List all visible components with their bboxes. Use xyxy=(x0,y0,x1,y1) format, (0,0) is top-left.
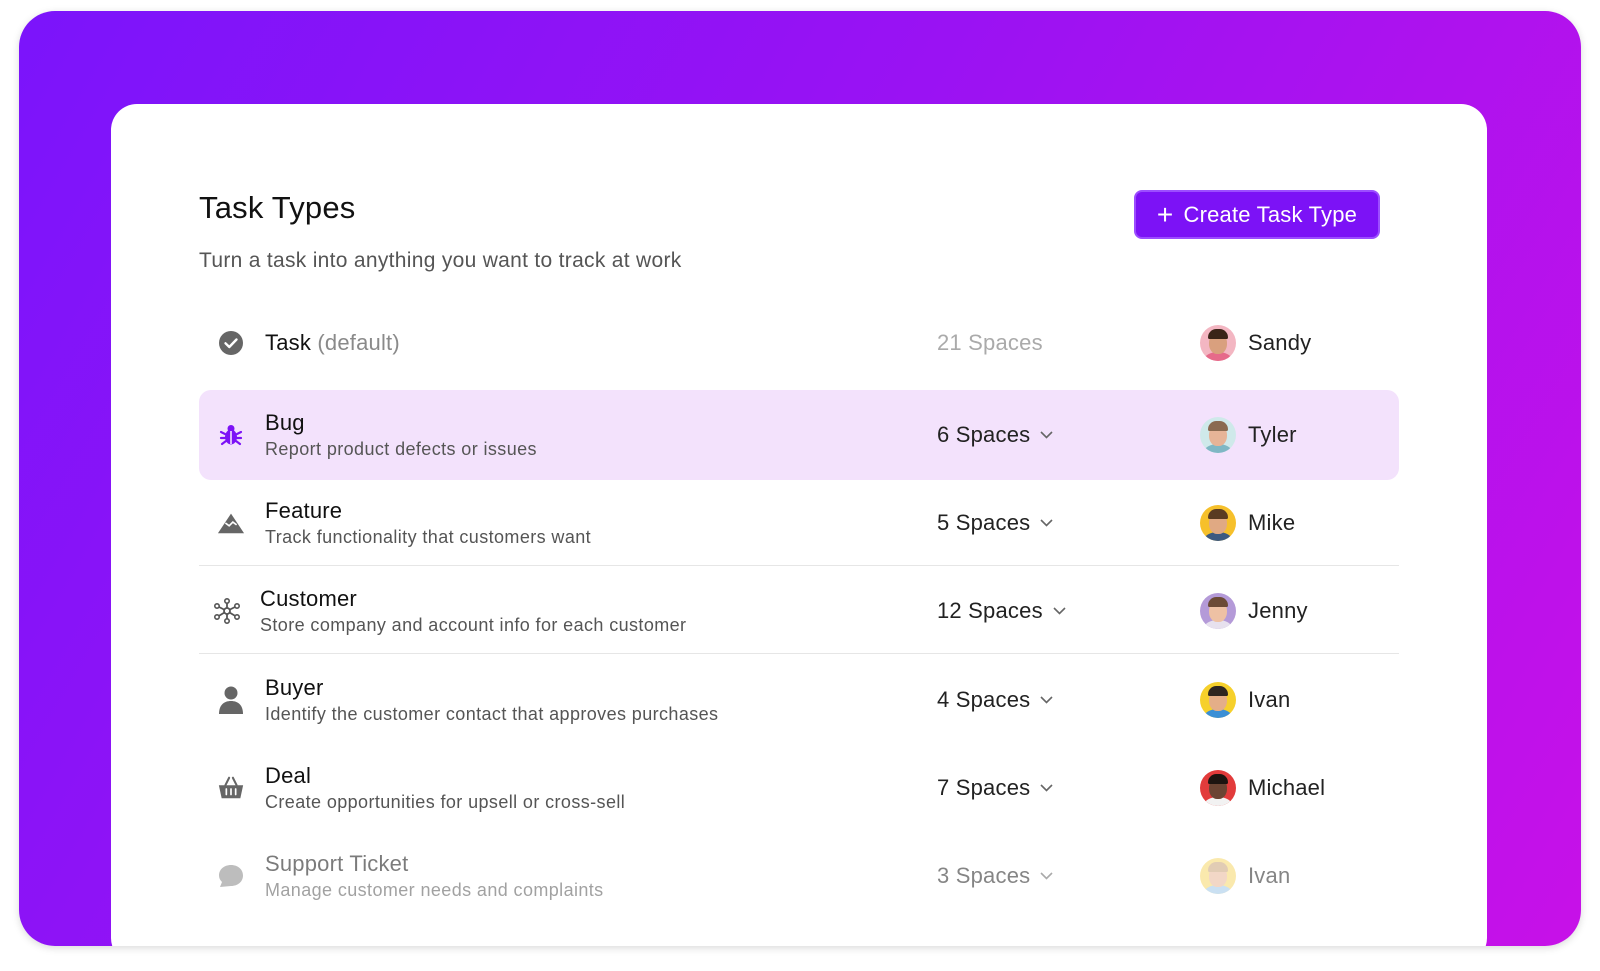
spaces-label: 5 Spaces xyxy=(937,510,1031,535)
spaces-dropdown[interactable]: 3 Spaces xyxy=(937,863,1053,889)
task-type-description: Store company and account info for each … xyxy=(260,615,687,635)
spaces-label: 7 Spaces xyxy=(937,775,1031,800)
spaces-label: 12 Spaces xyxy=(937,598,1043,623)
task-type-name: Task (default) xyxy=(265,330,400,356)
avatar xyxy=(1200,417,1236,453)
spaces-dropdown[interactable]: 12 Spaces xyxy=(937,598,1066,624)
network-icon xyxy=(213,597,241,625)
chevron-down-icon xyxy=(1040,519,1053,527)
create-task-type-label: Create Task Type xyxy=(1183,201,1358,227)
owner-name: Ivan xyxy=(1248,863,1291,888)
task-type-description: Report product defects or issues xyxy=(265,439,537,459)
owner: Ivan xyxy=(1200,682,1290,718)
owner-name: Jenny xyxy=(1248,598,1308,623)
owner-name: Mike xyxy=(1248,510,1296,535)
create-task-type-button[interactable]: + Create Task Type xyxy=(1134,190,1380,239)
owner: Jenny xyxy=(1200,593,1308,629)
mountain-icon xyxy=(217,509,245,537)
task-types-panel: Task Types Turn a task into anything you… xyxy=(111,104,1487,946)
owner: Sandy xyxy=(1200,325,1311,361)
task-type-name-text: Task xyxy=(265,330,312,355)
default-tag: (default) xyxy=(317,330,400,355)
task-type-description: Create opportunities for upsell or cross… xyxy=(265,792,626,812)
chat-bubble-icon xyxy=(217,862,245,890)
spaces-dropdown[interactable]: 5 Spaces xyxy=(937,510,1053,536)
spaces-dropdown[interactable]: 6 Spaces xyxy=(937,422,1053,448)
avatar xyxy=(1200,593,1236,629)
spaces-label: 4 Spaces xyxy=(937,687,1031,712)
task-type-row-support-ticket[interactable]: Support Ticket Manage customer needs and… xyxy=(199,831,1399,921)
owner: Ivan xyxy=(1200,858,1290,894)
task-type-name: Bug xyxy=(265,410,305,435)
task-type-row-feature[interactable]: Feature Track functionality that custome… xyxy=(199,478,1399,566)
avatar xyxy=(1200,505,1236,541)
task-type-name: Support Ticket xyxy=(265,851,409,876)
task-type-name: Deal xyxy=(265,763,312,788)
task-type-name: Customer xyxy=(260,586,357,611)
task-type-row-bug[interactable]: Bug Report product defects or issues 6 S… xyxy=(199,390,1399,480)
avatar xyxy=(1200,770,1236,806)
gradient-frame: Task Types Turn a task into anything you… xyxy=(19,11,1581,946)
task-type-row-buyer[interactable]: Buyer Identify the customer contact that… xyxy=(199,655,1399,745)
owner: Tyler xyxy=(1200,417,1297,453)
person-icon xyxy=(217,686,245,714)
spaces-count: 21 Spaces xyxy=(937,330,1043,356)
avatar xyxy=(1200,325,1236,361)
task-type-row-deal[interactable]: Deal Create opportunities for upsell or … xyxy=(199,743,1399,833)
chevron-down-icon xyxy=(1040,872,1053,880)
task-type-name: Buyer xyxy=(265,675,324,700)
page-title: Task Types xyxy=(199,190,356,225)
owner: Mike xyxy=(1200,505,1295,541)
bug-icon xyxy=(217,421,245,449)
chevron-down-icon xyxy=(1040,784,1053,792)
owner-name: Michael xyxy=(1248,775,1326,800)
plus-icon: + xyxy=(1156,198,1174,230)
spaces-dropdown[interactable]: 7 Spaces xyxy=(937,775,1053,801)
check-circle-icon xyxy=(217,329,245,357)
chevron-down-icon xyxy=(1040,431,1053,439)
owner-name: Tyler xyxy=(1248,422,1297,447)
owner-name: Sandy xyxy=(1248,330,1312,355)
task-type-row-task[interactable]: Task (default) 21 Spaces Sandy xyxy=(199,298,1399,388)
task-type-row-customer[interactable]: Customer Store company and account info … xyxy=(199,566,1399,654)
spaces-label: 21 Spaces xyxy=(937,330,1043,355)
owner: Michael xyxy=(1200,770,1325,806)
spaces-label: 3 Spaces xyxy=(937,863,1031,888)
task-type-description: Track functionality that customers want xyxy=(265,527,592,547)
task-type-name: Feature xyxy=(265,498,343,523)
task-type-description: Manage customer needs and complaints xyxy=(265,880,604,900)
avatar xyxy=(1200,858,1236,894)
basket-icon xyxy=(217,774,245,802)
chevron-down-icon xyxy=(1040,696,1053,704)
spaces-label: 6 Spaces xyxy=(937,422,1031,447)
owner-name: Ivan xyxy=(1248,687,1291,712)
task-type-description: Identify the customer contact that appro… xyxy=(265,704,719,724)
spaces-dropdown[interactable]: 4 Spaces xyxy=(937,687,1053,713)
avatar xyxy=(1200,682,1236,718)
chevron-down-icon xyxy=(1053,607,1066,615)
page-subtitle: Turn a task into anything you want to tr… xyxy=(199,249,682,272)
